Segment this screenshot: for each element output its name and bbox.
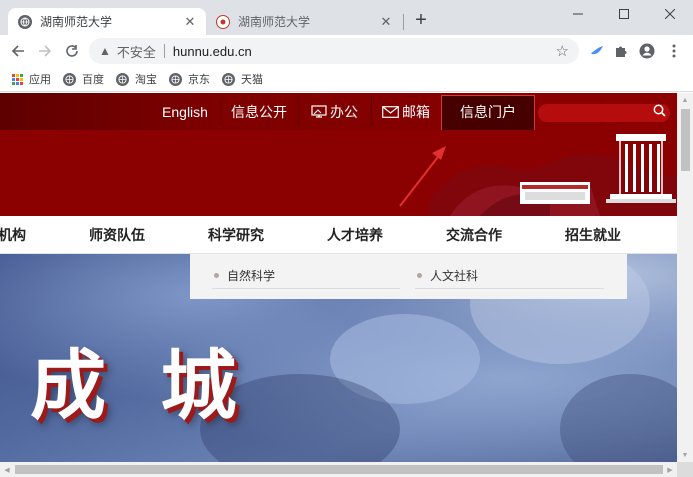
mail-link[interactable]: 邮箱 (371, 93, 441, 130)
site-search-input[interactable] (538, 104, 670, 122)
portal-link[interactable]: 信息门户 (441, 93, 535, 130)
tab-title: 湖南师范大学 (238, 15, 311, 29)
reload-icon[interactable] (60, 39, 84, 63)
bookmark-taobao[interactable]: 淘宝 (116, 71, 157, 87)
scrollbar-corner (677, 462, 693, 477)
page-viewport: English 信息公开 办公 邮箱 信息门户 机构 师资队伍 科学研究 人才培… (0, 93, 677, 462)
vertical-scrollbar[interactable]: ▲ ▼ (677, 93, 693, 462)
scroll-up-icon[interactable]: ▲ (677, 93, 693, 107)
english-label: English (162, 103, 208, 120)
monitor-icon (311, 105, 327, 118)
dropdown-item-humanities[interactable]: 人文社科 (415, 263, 604, 289)
nav-item-admissions[interactable]: 招生就业 (565, 216, 621, 254)
header-banner (0, 130, 677, 216)
english-link[interactable]: English (150, 93, 220, 130)
back-arrow-icon[interactable] (6, 39, 30, 63)
nav-item-faculty[interactable]: 师资队伍 (89, 216, 145, 254)
office-link[interactable]: 办公 (298, 93, 371, 130)
security-label[interactable]: 不安全 (117, 42, 156, 61)
nav-divider (371, 97, 372, 126)
nav-item-education[interactable]: 人才培养 (327, 216, 383, 254)
globe-icon (63, 72, 76, 86)
scrollbar-thumb[interactable] (681, 109, 690, 171)
puzzle-extensions-icon[interactable] (610, 40, 632, 62)
forward-arrow-icon[interactable] (33, 39, 57, 63)
close-icon[interactable] (647, 0, 693, 28)
nav-item-research[interactable]: 科学研究 (208, 216, 264, 254)
star-icon[interactable]: ☆ (556, 42, 569, 60)
nav-item-institutions[interactable]: 机构 (0, 216, 26, 254)
hero-headline: 成 城 (30, 341, 251, 430)
dropdown-label: 自然科学 (227, 269, 276, 283)
globe-icon (116, 72, 129, 86)
close-tab-icon[interactable]: ✕ (182, 14, 198, 30)
bird-extension-icon[interactable] (586, 40, 608, 62)
horizontal-scrollbar[interactable]: ◀ ▶ (0, 462, 677, 477)
bookmark-label: 京东 (188, 74, 210, 86)
globe-icon (169, 72, 182, 86)
tab-divider (403, 14, 404, 30)
dropdown-label: 人文社科 (430, 269, 479, 283)
tab-active[interactable]: 湖南师范大学 ✕ (8, 8, 206, 35)
office-label: 办公 (330, 103, 358, 120)
tab-title: 湖南师范大学 (40, 15, 113, 29)
bookmark-label: 百度 (82, 74, 104, 86)
bookmark-label: 应用 (29, 74, 51, 86)
bookmarks-bar: 应用 百度 淘宝 京东 天猫 (0, 67, 693, 92)
nav-divider (298, 97, 299, 126)
warning-icon[interactable]: ▲ (99, 44, 111, 58)
plus-icon[interactable]: + (411, 9, 431, 31)
scroll-right-icon[interactable]: ▶ (663, 462, 677, 477)
scroll-left-icon[interactable]: ◀ (0, 462, 14, 477)
nav-divider (220, 97, 221, 126)
globe-icon (18, 14, 32, 29)
public-info-link[interactable]: 信息公开 (220, 93, 298, 130)
profile-icon[interactable] (636, 40, 658, 62)
scroll-down-icon[interactable]: ▼ (677, 448, 693, 462)
research-dropdown: 自然科学 人文社科 (190, 254, 627, 299)
main-nav: 机构 师资队伍 科学研究 人才培养 交流合作 招生就业 (0, 216, 677, 254)
bookmark-tmall[interactable]: 天猫 (222, 71, 263, 87)
portal-label: 信息门户 (460, 103, 516, 120)
close-tab-icon[interactable]: ✕ (378, 14, 394, 30)
mail-label: 邮箱 (402, 103, 430, 120)
bookmark-apps[interactable]: 应用 (12, 71, 51, 87)
tab-strip: 湖南师范大学 ✕ 湖南师范大学 ✕ + (0, 0, 693, 35)
apps-grid-icon (12, 73, 23, 85)
search-icon[interactable] (653, 104, 666, 120)
bookmark-label: 淘宝 (135, 74, 157, 86)
dropdown-item-natural-science[interactable]: 自然科学 (212, 263, 400, 289)
public-info-label: 信息公开 (231, 103, 287, 120)
envelope-icon (382, 105, 399, 118)
tab-inactive[interactable]: 湖南师范大学 ✕ (206, 8, 402, 35)
bookmark-label: 天猫 (241, 74, 263, 86)
bookmark-jd[interactable]: 京东 (169, 71, 210, 87)
university-logo-icon (216, 14, 230, 29)
nav-item-exchange[interactable]: 交流合作 (446, 216, 502, 254)
campus-gate-illustration (430, 134, 677, 216)
address-bar[interactable]: ▲ 不安全 hunnu.edu.cn ☆ (89, 38, 579, 64)
hero-figure (560, 374, 677, 462)
scrollbar-thumb[interactable] (15, 465, 663, 474)
maximize-icon[interactable] (601, 0, 647, 28)
address-divider (163, 44, 165, 58)
browser-toolbar: ▲ 不安全 hunnu.edu.cn ☆ (0, 35, 693, 67)
url-text[interactable]: hunnu.edu.cn (173, 44, 252, 59)
globe-icon (222, 72, 235, 86)
bullet-icon (417, 273, 422, 278)
bullet-icon (214, 273, 219, 278)
menu-dots-icon[interactable] (663, 40, 685, 62)
minimize-icon[interactable] (555, 0, 601, 28)
bookmark-baidu[interactable]: 百度 (63, 71, 104, 87)
